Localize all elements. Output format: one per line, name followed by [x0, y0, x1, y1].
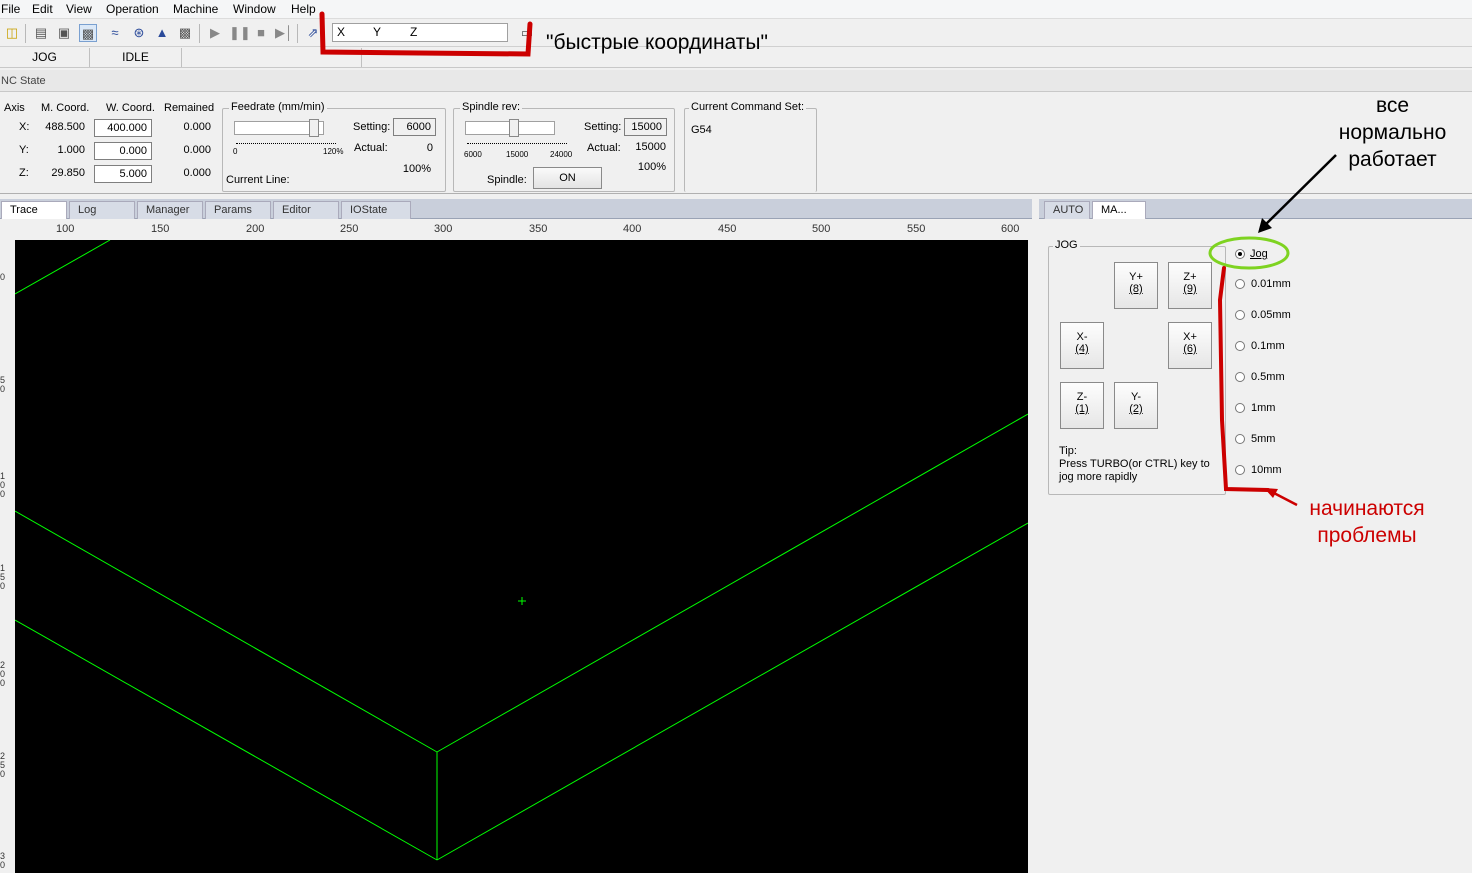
step-options-highlight — [1217, 266, 1270, 492]
annotation-overlay — [319, 11, 1337, 507]
quick-coords-annotation: "быстрые координаты" — [546, 31, 768, 54]
ok-annotation-line: нормально — [1338, 121, 1447, 144]
problem-annotation-line: начинаются — [1309, 497, 1425, 520]
ok-arrow — [1263, 154, 1337, 227]
problem-arrow — [1271, 490, 1298, 507]
ok-annotation-line: работает — [1348, 148, 1437, 171]
ok-annotation: все нормально работает — [1330, 92, 1455, 173]
jog-option-highlight — [1208, 236, 1290, 270]
quick-coords-highlight — [319, 11, 533, 57]
ok-annotation-line: все — [1375, 94, 1410, 117]
problem-annotation: начинаются проблемы — [1296, 495, 1438, 549]
problem-annotation-line: проблемы — [1317, 524, 1417, 547]
